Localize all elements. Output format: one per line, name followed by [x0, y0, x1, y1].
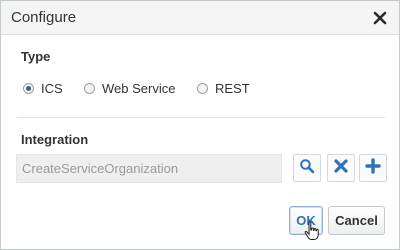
clear-icon: [333, 158, 349, 179]
dialog-title-bar: Configure: [1, 1, 399, 35]
add-button[interactable]: [359, 154, 387, 182]
radio-option-web-service[interactable]: Web Service: [84, 79, 175, 97]
type-section-label: Type: [21, 49, 51, 64]
dialog-title: Configure: [11, 9, 77, 26]
radio-option-rest[interactable]: REST: [197, 79, 250, 97]
radio-rest[interactable]: [197, 82, 208, 94]
radio-option-ics[interactable]: ICS: [23, 79, 63, 97]
section-divider: [17, 117, 385, 118]
search-button[interactable]: [293, 154, 321, 182]
radio-label-ics: ICS: [41, 80, 63, 96]
integration-section-label: Integration: [21, 132, 89, 147]
integration-field[interactable]: [16, 154, 282, 183]
configure-dialog: Configure Type ICS Web Service REST Inte…: [0, 0, 400, 250]
add-icon: [365, 157, 381, 179]
search-icon: [299, 158, 315, 179]
radio-label-rest: REST: [215, 80, 250, 96]
radio-web-service[interactable]: [84, 82, 95, 94]
cancel-button[interactable]: Cancel: [328, 206, 385, 235]
ok-button[interactable]: OK: [289, 206, 323, 235]
close-icon[interactable]: [369, 7, 391, 29]
radio-ics[interactable]: [23, 82, 34, 94]
radio-label-web-service: Web Service: [102, 80, 176, 96]
clear-button[interactable]: [327, 154, 355, 182]
